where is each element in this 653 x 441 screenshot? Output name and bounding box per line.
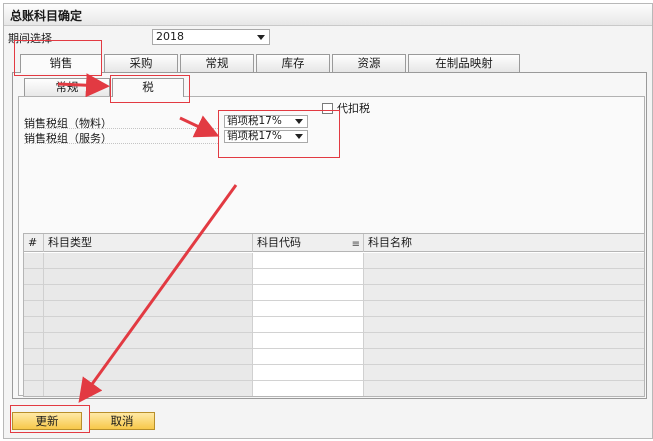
column-header-account-code[interactable]: 科目代码 ≡ bbox=[253, 234, 364, 252]
window-title: 总账科目确定 bbox=[10, 9, 83, 23]
sales-tax-group-items-label: 销售税组（物料） bbox=[24, 117, 218, 130]
table-row[interactable] bbox=[24, 333, 644, 349]
sales-tax-group-items-select[interactable]: 销项税17% bbox=[224, 115, 308, 128]
table-cell[interactable] bbox=[24, 381, 44, 396]
column-header-account-code-label: 科目代码 bbox=[257, 236, 301, 249]
table-cell[interactable] bbox=[253, 333, 364, 349]
withholding-tax-label: 代扣税 bbox=[337, 102, 370, 115]
tab-resources[interactable]: 资源 bbox=[332, 54, 406, 72]
title-bar: 总账科目确定 bbox=[4, 4, 652, 26]
table-row[interactable] bbox=[24, 381, 644, 396]
table-row[interactable] bbox=[24, 349, 644, 365]
subtab-label: 税 bbox=[142, 80, 154, 94]
table-cell[interactable] bbox=[253, 365, 364, 381]
tab-wip-mapping[interactable]: 在制品映射 bbox=[408, 54, 520, 72]
table-cell[interactable] bbox=[253, 381, 364, 396]
tab-label: 在制品映射 bbox=[435, 56, 493, 70]
chevron-down-icon bbox=[295, 134, 303, 139]
table-row[interactable] bbox=[24, 253, 644, 269]
subtab-label: 常规 bbox=[55, 80, 79, 94]
table-cell[interactable] bbox=[44, 349, 253, 365]
table-row[interactable] bbox=[24, 301, 644, 317]
table-cell[interactable] bbox=[24, 269, 44, 285]
column-header-number[interactable]: # bbox=[24, 234, 44, 252]
table-cell[interactable] bbox=[253, 301, 364, 317]
table-cell[interactable] bbox=[24, 317, 44, 333]
table-cell[interactable] bbox=[44, 365, 253, 381]
tab-label: 采购 bbox=[129, 56, 153, 70]
sales-tax-group-services-select[interactable]: 销项税17% bbox=[224, 130, 308, 143]
tab-inventory[interactable]: 库存 bbox=[256, 54, 330, 72]
update-button[interactable]: 更新 bbox=[12, 412, 82, 430]
grid-body bbox=[24, 253, 644, 396]
table-cell[interactable] bbox=[253, 253, 364, 269]
table-cell[interactable] bbox=[253, 349, 364, 365]
table-cell[interactable] bbox=[24, 253, 44, 269]
table-cell[interactable] bbox=[253, 317, 364, 333]
withholding-tax-option[interactable]: 代扣税 bbox=[322, 100, 370, 116]
table-row[interactable] bbox=[24, 269, 644, 285]
table-cell[interactable] bbox=[24, 333, 44, 349]
table-cell[interactable] bbox=[44, 301, 253, 317]
account-grid: # 科目类型 科目代码 ≡ 科目名称 bbox=[23, 233, 645, 397]
withholding-tax-checkbox[interactable] bbox=[322, 103, 333, 114]
tab-label: 销售 bbox=[49, 56, 73, 70]
table-cell[interactable] bbox=[44, 269, 253, 285]
column-header-account-type[interactable]: 科目类型 bbox=[44, 234, 253, 252]
subtab-general[interactable]: 常规 bbox=[24, 78, 110, 96]
tab-label: 库存 bbox=[281, 56, 305, 70]
tab-label: 常规 bbox=[205, 56, 229, 70]
column-menu-icon[interactable]: ≡ bbox=[352, 236, 360, 253]
column-header-account-name[interactable]: 科目名称 bbox=[364, 234, 644, 252]
tab-sales[interactable]: 销售 bbox=[20, 54, 102, 73]
tab-purchasing[interactable]: 采购 bbox=[104, 54, 178, 72]
table-cell[interactable] bbox=[253, 285, 364, 301]
table-cell[interactable] bbox=[24, 349, 44, 365]
table-cell[interactable] bbox=[24, 285, 44, 301]
period-value: 2018 bbox=[156, 30, 184, 43]
table-row[interactable] bbox=[24, 317, 644, 333]
table-cell[interactable] bbox=[24, 301, 44, 317]
table-cell[interactable] bbox=[44, 333, 253, 349]
cancel-button[interactable]: 取消 bbox=[89, 412, 155, 430]
table-cell[interactable] bbox=[253, 269, 364, 285]
table-cell[interactable] bbox=[24, 365, 44, 381]
grid-header: # 科目类型 科目代码 ≡ 科目名称 bbox=[24, 234, 644, 252]
subtab-tax[interactable]: 税 bbox=[112, 78, 184, 97]
table-row[interactable] bbox=[24, 365, 644, 381]
tab-label: 资源 bbox=[357, 56, 381, 70]
chevron-down-icon bbox=[257, 35, 265, 40]
table-cell[interactable] bbox=[44, 317, 253, 333]
sales-tax-group-services-value: 销项税17% bbox=[227, 130, 282, 142]
tab-general[interactable]: 常规 bbox=[180, 54, 254, 72]
period-select[interactable]: 2018 bbox=[152, 29, 270, 45]
sales-tax-group-services-label: 销售税组（服务） bbox=[24, 132, 218, 145]
table-row[interactable] bbox=[24, 285, 644, 301]
chevron-down-icon bbox=[295, 119, 303, 124]
table-cell[interactable] bbox=[44, 253, 253, 269]
sales-tax-group-items-value: 销项税17% bbox=[227, 115, 282, 127]
period-label: 期间选择 bbox=[8, 32, 52, 45]
table-cell[interactable] bbox=[44, 285, 253, 301]
table-cell[interactable] bbox=[44, 381, 253, 396]
